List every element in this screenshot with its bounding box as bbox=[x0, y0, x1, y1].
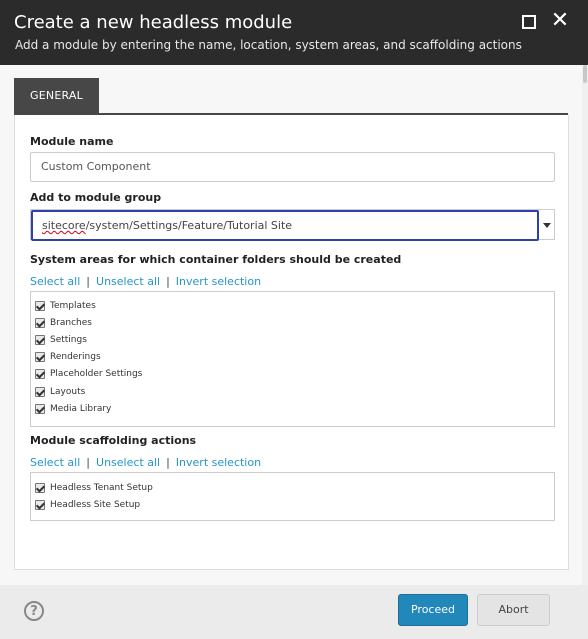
module-group-value-rest: /system/Settings/Feature/Tutorial Site bbox=[85, 219, 293, 232]
module-group-input[interactable]: sitecore/system/Settings/Feature/Tutoria… bbox=[31, 210, 539, 241]
checkbox-label: Placeholder Settings bbox=[50, 369, 143, 379]
link-separator: | bbox=[166, 275, 170, 288]
checkbox-label: Renderings bbox=[50, 352, 101, 362]
system-areas-label: System areas for which container folders… bbox=[30, 253, 402, 266]
checkbox[interactable] bbox=[35, 318, 45, 328]
link-separator: | bbox=[86, 275, 91, 288]
checkbox[interactable] bbox=[35, 335, 45, 345]
scaffolding-actions-list[interactable]: Headless Tenant Setup Headless Site Setu… bbox=[30, 472, 555, 521]
system-areas-links: Select all | Unselect all | Invert selection bbox=[30, 275, 261, 288]
scaffolding-invert-selection-link[interactable]: Invert selection bbox=[176, 456, 261, 469]
help-icon[interactable]: ? bbox=[24, 601, 44, 621]
link-separator: | bbox=[86, 456, 91, 469]
dialog-subtitle: Add a module by entering the name, locat… bbox=[15, 38, 522, 52]
checkbox[interactable] bbox=[35, 500, 45, 510]
checkbox[interactable] bbox=[35, 404, 45, 414]
module-name-label: Module name bbox=[30, 135, 114, 148]
proceed-button[interactable]: Proceed bbox=[398, 594, 468, 626]
link-separator: | bbox=[166, 456, 170, 469]
module-group-label: Add to module group bbox=[30, 191, 162, 204]
dialog-title-bar: Create a new headless module Add a modul… bbox=[0, 0, 588, 65]
module-name-input[interactable]: Custom Component bbox=[30, 152, 555, 182]
checkbox-label: Templates bbox=[50, 301, 96, 311]
scaffolding-select-all-link[interactable]: Select all bbox=[30, 456, 80, 469]
checkbox[interactable] bbox=[35, 352, 45, 362]
system-areas-list[interactable]: Templates Branches Settings Renderings P… bbox=[30, 291, 555, 427]
scaffolding-unselect-all-link[interactable]: Unselect all bbox=[96, 456, 160, 469]
system-areas-select-all-link[interactable]: Select all bbox=[30, 275, 80, 288]
scaffolding-links: Select all | Unselect all | Invert selection bbox=[30, 456, 261, 469]
checkbox-label: Branches bbox=[50, 318, 92, 328]
system-areas-invert-selection-link[interactable]: Invert selection bbox=[176, 275, 261, 288]
system-areas-unselect-all-link[interactable]: Unselect all bbox=[96, 275, 160, 288]
checkbox[interactable] bbox=[35, 369, 45, 379]
checkbox-label: Headless Site Setup bbox=[50, 500, 141, 510]
checkbox[interactable] bbox=[35, 387, 45, 397]
maximize-icon[interactable] bbox=[522, 15, 536, 29]
module-group-combobox[interactable]: sitecore/system/Settings/Feature/Tutoria… bbox=[30, 209, 555, 241]
checkbox-label: Layouts bbox=[50, 387, 86, 397]
checkbox[interactable] bbox=[35, 483, 45, 493]
checkbox-label: Headless Tenant Setup bbox=[50, 483, 153, 493]
checkbox[interactable] bbox=[35, 301, 45, 311]
close-icon[interactable]: ✕ bbox=[550, 10, 570, 32]
chevron-down-icon[interactable] bbox=[543, 223, 551, 228]
dialog-title: Create a new headless module bbox=[14, 12, 293, 33]
tab-general[interactable]: GENERAL bbox=[14, 78, 99, 114]
checkbox-label: Settings bbox=[50, 335, 87, 345]
module-group-value-prefix: sitecore bbox=[42, 219, 86, 232]
content-scrollbar[interactable] bbox=[582, 65, 588, 585]
scaffolding-actions-label: Module scaffolding actions bbox=[30, 434, 197, 447]
checkbox-label: Media Library bbox=[50, 404, 112, 414]
scrollbar-thumb[interactable] bbox=[583, 65, 587, 83]
abort-button[interactable]: Abort bbox=[477, 594, 550, 626]
